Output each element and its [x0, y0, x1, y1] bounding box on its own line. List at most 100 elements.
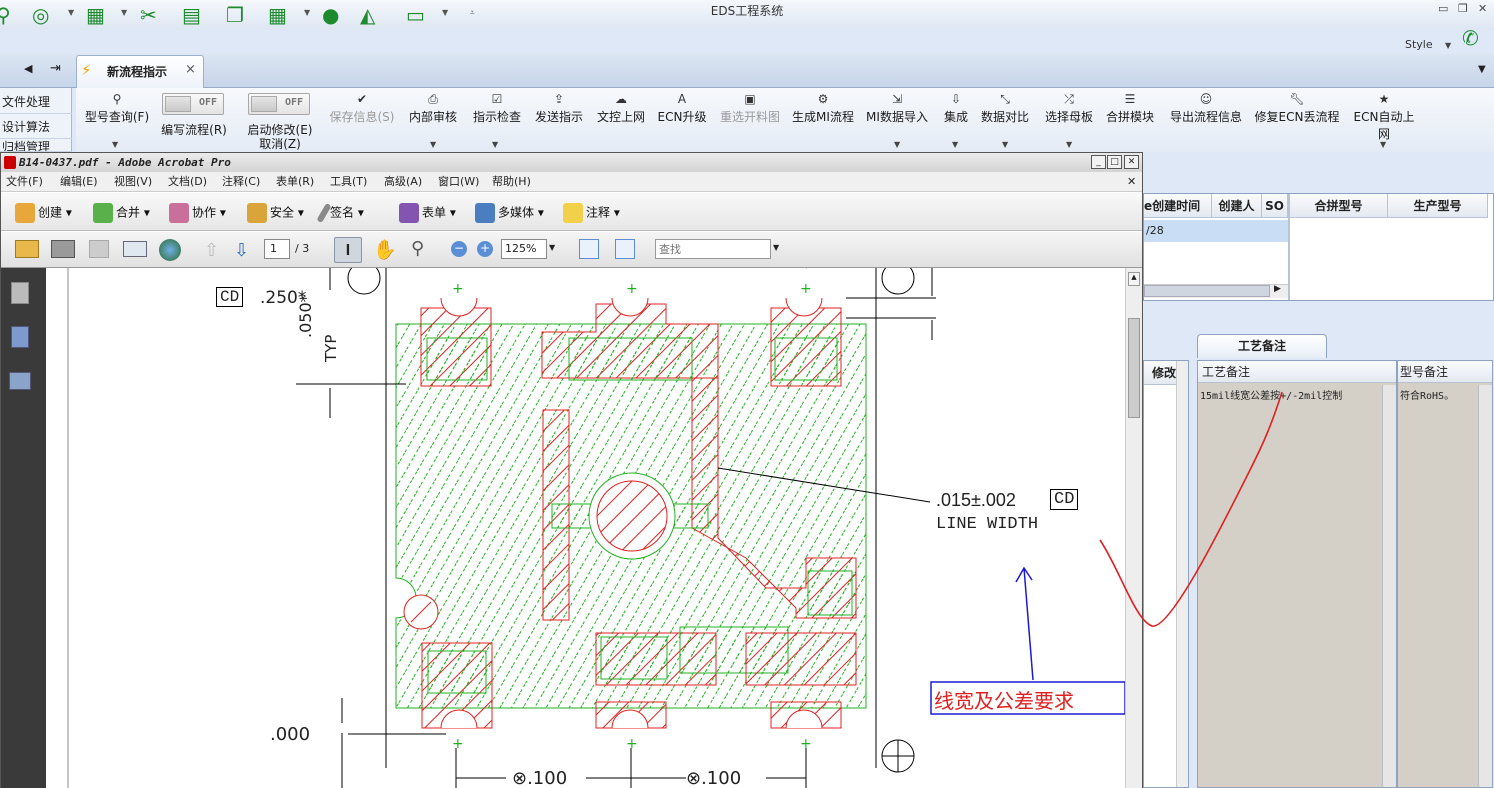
sign-button[interactable]: 签名 ▾	[316, 202, 364, 224]
dropdown-arrow-icon[interactable]: ▼	[1066, 140, 1072, 149]
email-icon[interactable]	[123, 241, 147, 257]
menu-view[interactable]: 视图(V)	[114, 172, 152, 192]
model-remark-text[interactable]: 符合RoHS。	[1400, 387, 1454, 402]
data-compare-button[interactable]: ⤡ 数据对比	[980, 88, 1030, 148]
internal-review-button[interactable]: ⎙ 内部审核	[406, 88, 460, 148]
fix-ecn-button[interactable]: 🔧︎ 修复ECN丢流程	[1254, 88, 1340, 148]
start-modify-toggle[interactable]: OFF	[248, 93, 310, 115]
menu-document[interactable]: 文档(D)	[168, 172, 207, 192]
previous-page-icon[interactable]: ⇧	[204, 240, 219, 261]
upload-button[interactable]: ☁ 文控上网	[594, 88, 648, 148]
select-tool-icon[interactable]: 𝐈	[334, 237, 362, 263]
menu-advanced[interactable]: 高级(A)	[384, 172, 422, 192]
tab-close-icon[interactable]: ×	[185, 62, 196, 77]
combine-button[interactable]: 合并 ▾	[93, 203, 150, 223]
cancel-button[interactable]: 取消(Z)	[242, 138, 318, 152]
sidebar-item-design[interactable]: 设计算法	[0, 115, 72, 139]
model-query-button[interactable]: ⚲ 型号查询(F)	[80, 88, 154, 148]
dropdown-arrow-icon[interactable]: ▼	[894, 140, 900, 149]
fit-width-icon[interactable]	[579, 239, 599, 259]
minimize-icon[interactable]: ▭	[1438, 2, 1448, 15]
menu-comments[interactable]: 注释(C)	[222, 172, 260, 192]
column-header-created-time[interactable]: e创建时间	[1144, 194, 1212, 218]
integrate-button[interactable]: ⇩ 集成	[938, 88, 974, 148]
forms-button[interactable]: 表单 ▾	[399, 203, 456, 223]
close-icon[interactable]: ✕	[1124, 155, 1139, 169]
merge-module-button[interactable]: ☰ 合拼模块	[1104, 88, 1156, 148]
zoom-input[interactable]: 125%	[501, 239, 547, 259]
style-dropdown-icon[interactable]: ▼	[1445, 41, 1451, 50]
column-header-so[interactable]: SO	[1262, 194, 1288, 218]
tab-pin-icon[interactable]: ⇥	[50, 61, 61, 76]
collaborate-button[interactable]: 协作 ▾	[169, 203, 226, 223]
tab-new-flow[interactable]: ⚡ 新流程指示 ×	[76, 55, 204, 88]
vertical-scrollbar[interactable]	[1382, 385, 1396, 787]
column-header-production-model[interactable]: 生产型号	[1388, 194, 1488, 218]
menu-forms[interactable]: 表单(R)	[276, 172, 314, 192]
close-document-icon[interactable]: ✕	[1127, 172, 1136, 192]
send-instruction-button[interactable]: ⇪ 发送指示	[532, 88, 586, 148]
export-flow-button[interactable]: ☺ 导出流程信息	[1166, 88, 1246, 148]
annotation-text[interactable]: 线宽及公差要求	[934, 685, 1074, 714]
menu-window[interactable]: 窗口(W)	[438, 172, 479, 192]
find-dropdown-icon[interactable]: ▼	[773, 243, 779, 252]
column-header-creator[interactable]: 创建人	[1212, 194, 1262, 218]
open-folder-icon[interactable]	[15, 240, 39, 258]
maximize-icon[interactable]: □	[1107, 155, 1122, 169]
multimedia-button[interactable]: 多媒体 ▾	[475, 203, 544, 223]
tab-menu-icon[interactable]: ▼	[1478, 64, 1486, 75]
dropdown-arrow-icon[interactable]: ▼	[1002, 140, 1008, 149]
dropdown-arrow-icon[interactable]: ▼	[1380, 140, 1386, 149]
restore-icon[interactable]: ❐	[1458, 2, 1468, 15]
menu-edit[interactable]: 编辑(E)	[60, 172, 98, 192]
mi-import-button[interactable]: ⇲ MI数据导入	[864, 88, 930, 148]
column-header-merge-model[interactable]: 合拼型号	[1290, 194, 1388, 218]
find-input[interactable]	[655, 239, 771, 259]
scroll-right-icon[interactable]: ▶	[1274, 284, 1281, 294]
edit-flow-toggle[interactable]: OFF	[162, 93, 224, 115]
save-icon[interactable]	[89, 240, 109, 258]
menu-file[interactable]: 文件(F)	[6, 172, 43, 192]
scroll-thumb[interactable]	[1144, 285, 1270, 297]
tab-scroll-left-icon[interactable]: ◀	[24, 62, 32, 75]
minimize-icon[interactable]: _	[1091, 155, 1106, 169]
scroll-up-icon[interactable]: ▲	[1128, 272, 1140, 286]
dropdown-arrow-icon[interactable]: ▼	[112, 140, 118, 149]
sidebar-item-archive[interactable]: 归档管理	[0, 140, 72, 152]
table-row[interactable]: /28	[1144, 220, 1288, 242]
close-icon[interactable]: ✕	[1478, 2, 1487, 15]
tab-process-remark[interactable]: 工艺备注	[1197, 334, 1327, 358]
select-mother-button[interactable]: ⤮ 选择母板	[1042, 88, 1096, 148]
signatures-icon[interactable]	[9, 372, 31, 390]
create-button[interactable]: 创建 ▾	[15, 203, 72, 223]
dropdown-arrow-icon[interactable]: ▼	[492, 140, 498, 149]
dropdown-arrow-icon[interactable]: ▼	[430, 140, 436, 149]
style-menu[interactable]: Style	[1405, 38, 1433, 51]
fit-page-icon[interactable]	[615, 239, 635, 259]
hand-tool-icon[interactable]: ✋	[373, 238, 397, 261]
comment-button[interactable]: 注释 ▾	[563, 203, 620, 223]
sidebar-item-file[interactable]: 文件处理	[0, 90, 72, 114]
pages-icon[interactable]	[11, 282, 29, 304]
zoom-in-icon[interactable]: +	[477, 241, 493, 257]
secure-button[interactable]: 安全 ▾	[247, 203, 304, 223]
globe-icon[interactable]	[159, 239, 181, 261]
dropdown-arrow-icon[interactable]: ▼	[952, 140, 958, 149]
page-number-input[interactable]: 1	[264, 239, 290, 259]
ecn-auto-button[interactable]: ★ ECN自动上网	[1348, 88, 1420, 148]
horizontal-scrollbar[interactable]: ▶	[1144, 284, 1288, 298]
bookmarks-icon[interactable]	[11, 326, 29, 348]
menu-help[interactable]: 帮助(H)	[492, 172, 531, 192]
gen-mi-flow-button[interactable]: ⚙ 生成MI流程	[790, 88, 856, 148]
menu-tools[interactable]: 工具(T)	[330, 172, 367, 192]
phone-icon[interactable]: ✆	[1462, 26, 1479, 50]
instruction-check-button[interactable]: ☑ 指示检查	[470, 88, 524, 148]
column-header-model[interactable]: 型号备注	[1398, 361, 1492, 383]
zoom-out-icon[interactable]: −	[451, 241, 467, 257]
next-page-icon[interactable]: ⇩	[234, 240, 249, 261]
ecn-upgrade-button[interactable]: A ECN升级	[656, 88, 708, 148]
print-icon[interactable]	[51, 240, 75, 258]
zoom-tool-icon[interactable]: ⚲	[411, 238, 424, 259]
vertical-scrollbar[interactable]	[1478, 385, 1492, 787]
zoom-dropdown-icon[interactable]: ▼	[549, 243, 555, 252]
